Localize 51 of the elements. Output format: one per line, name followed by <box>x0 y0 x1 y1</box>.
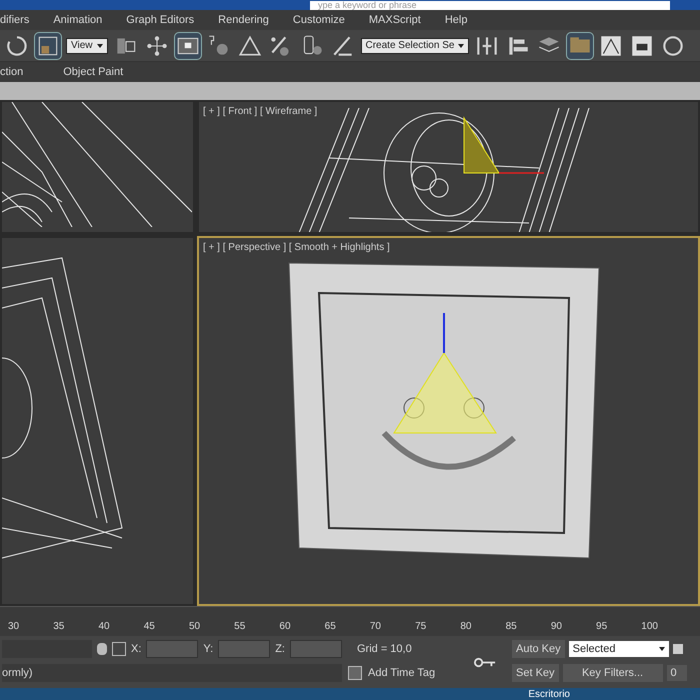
dropdown-field[interactable]: Create Selection Se <box>360 38 470 54</box>
ribbon-tab[interactable]: Object Paint <box>63 64 124 80</box>
frame-number: 80 <box>460 620 472 634</box>
prompt-text: ormly) <box>2 664 342 682</box>
menu-item[interactable]: Customize <box>292 12 345 28</box>
frame-number: 65 <box>324 620 336 634</box>
y-field[interactable] <box>218 640 270 658</box>
frame-number: 75 <box>415 620 426 634</box>
frame-number: 55 <box>234 620 246 634</box>
frame-number: 35 <box>53 620 64 634</box>
menu-item[interactable]: Animation <box>53 12 102 28</box>
key-mode-dropdown[interactable]: Selected <box>568 641 669 657</box>
frame-number: 60 <box>279 620 291 634</box>
frame-number: 30 <box>8 620 20 634</box>
menu-item[interactable]: Rendering <box>218 12 269 28</box>
caret-icon <box>458 44 464 48</box>
frame-number: 45 <box>144 620 155 634</box>
dropdown-field[interactable]: View <box>66 38 108 54</box>
frame-number: 70 <box>370 620 381 634</box>
menu-item[interactable]: Graph Editors <box>126 12 194 28</box>
viewport-panel[interactable]: [ + ] [ Front ] [ Wireframe ] <box>197 100 700 234</box>
caret-icon <box>658 647 665 651</box>
viewport-panel[interactable] <box>0 236 195 606</box>
frame-field[interactable]: 0 <box>666 665 687 681</box>
frame-number: 40 <box>98 620 110 634</box>
x-label: X: <box>131 642 142 657</box>
frame-number: 100 <box>641 620 658 634</box>
menu-item[interactable]: difiers <box>0 12 30 28</box>
viewport-label[interactable]: [ + ] [ Perspective ] [ Smooth + Highlights ] <box>203 240 390 255</box>
key-icon[interactable] <box>474 656 496 668</box>
add-time-tag-button[interactable]: Add Time Tag <box>368 664 436 682</box>
x-field[interactable] <box>146 640 198 658</box>
key-filters-button[interactable]: Key Filters... <box>562 664 663 682</box>
ribbon-tab[interactable]: ction <box>0 64 24 80</box>
z-label: Z: <box>275 642 285 657</box>
viewport-panel[interactable]: [ + ] [ Perspective ] [ Smooth + Highlights ] <box>197 236 700 606</box>
frame-number: 95 <box>596 620 608 634</box>
menu-item[interactable]: MAXScript <box>368 12 421 28</box>
frame-number: 85 <box>506 620 517 634</box>
taskbar-label[interactable]: Escritorio <box>528 686 570 700</box>
frame-number: 50 <box>188 620 200 634</box>
auto-key-button[interactable]: Auto Key <box>512 640 565 658</box>
caret-icon <box>96 44 102 48</box>
y-label: Y: <box>203 642 214 657</box>
viewport-label[interactable]: [ + ] [ Front ] [ Wireframe ] <box>203 104 318 119</box>
menu-item[interactable]: Help <box>444 12 468 28</box>
z-field[interactable] <box>290 640 342 658</box>
set-key-button[interactable]: Set Key <box>512 664 559 682</box>
timeline-track[interactable]: 30 35 40 45 50 55 60 65 70 75 80 85 90 95 100 <box>0 606 700 636</box>
grid-readout: Grid = 10,0 <box>356 642 412 657</box>
frame-number: 90 <box>550 620 562 634</box>
